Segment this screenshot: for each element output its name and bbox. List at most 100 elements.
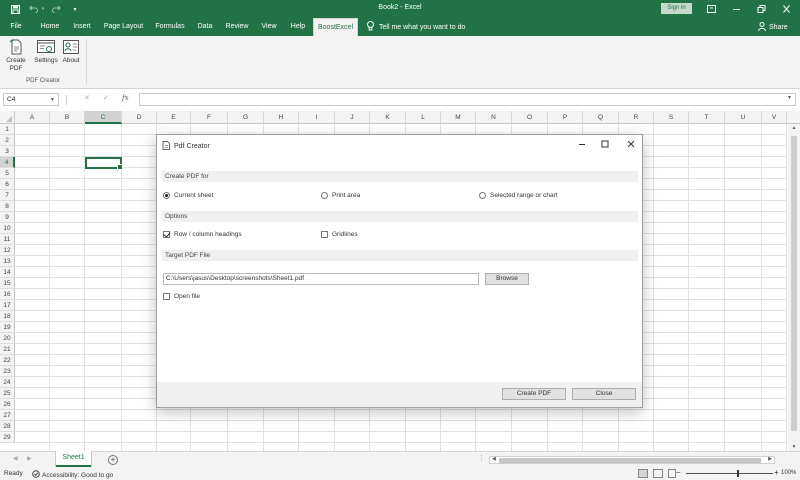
tab-insert[interactable]: Insert <box>69 18 95 36</box>
zoom-in-icon[interactable]: + <box>774 468 779 477</box>
row-header-27[interactable]: 27 <box>0 410 15 421</box>
row-header-25[interactable]: 25 <box>0 388 15 399</box>
column-header-h[interactable]: H <box>264 111 299 124</box>
column-header-e[interactable]: E <box>157 111 191 124</box>
current-sheet-option[interactable]: Current sheet <box>163 192 213 199</box>
column-header-k[interactable]: K <box>370 111 406 124</box>
row-header-19[interactable]: 19 <box>0 322 15 333</box>
column-header-s[interactable]: S <box>654 111 689 124</box>
row-header-24[interactable]: 24 <box>0 377 15 388</box>
accessibility-status[interactable]: Accessibility: Good to go <box>32 470 113 480</box>
create-pdf-dialog-button[interactable]: Create PDF <box>502 388 566 400</box>
browse-button[interactable]: Browse <box>485 273 529 285</box>
tab-boostexcel[interactable]: BoostExcel <box>313 18 358 36</box>
row-header-18[interactable]: 18 <box>0 311 15 322</box>
row-header-8[interactable]: 8 <box>0 201 15 212</box>
column-header-g[interactable]: G <box>228 111 264 124</box>
column-header-f[interactable]: F <box>191 111 228 124</box>
row-header-15[interactable]: 15 <box>0 278 15 289</box>
column-header-d[interactable]: D <box>122 111 157 124</box>
column-header-c[interactable]: C <box>85 111 122 124</box>
row-header-21[interactable]: 21 <box>0 344 15 355</box>
row-header-5[interactable]: 5 <box>0 168 15 179</box>
about-button[interactable]: About <box>60 39 82 65</box>
open-file-checkbox[interactable] <box>163 293 170 300</box>
row-header-20[interactable]: 20 <box>0 333 15 344</box>
column-header-t[interactable]: T <box>689 111 725 124</box>
zoom-out-icon[interactable]: − <box>676 468 681 477</box>
scroll-right-icon[interactable]: ▶ <box>768 456 772 462</box>
column-header-p[interactable]: P <box>548 111 583 124</box>
add-sheet-icon[interactable]: + <box>108 455 118 465</box>
expand-formula-bar-icon[interactable]: ▼ <box>787 95 792 101</box>
column-header-i[interactable]: I <box>299 111 335 124</box>
column-header-a[interactable]: A <box>15 111 50 124</box>
gridlines-checkbox[interactable] <box>321 231 328 238</box>
cancel-icon[interactable]: ✕ <box>84 94 90 102</box>
sheet-tab-sheet1[interactable]: Sheet1 <box>56 451 91 467</box>
share-button[interactable]: Share <box>758 18 788 36</box>
close-window-icon[interactable] <box>777 2 795 16</box>
row-header-3[interactable]: 3 <box>0 146 15 157</box>
row-header-7[interactable]: 7 <box>0 190 15 201</box>
row-header-6[interactable]: 6 <box>0 179 15 190</box>
vertical-scrollbar[interactable]: ▲ ▼ <box>788 124 800 451</box>
normal-view-icon[interactable] <box>638 469 648 478</box>
row-header-13[interactable]: 13 <box>0 256 15 267</box>
vertical-scroll-thumb[interactable] <box>791 136 797 431</box>
column-header-v[interactable]: V <box>762 111 787 124</box>
restore-icon[interactable] <box>752 2 770 16</box>
page-layout-view-icon[interactable] <box>653 469 663 478</box>
row-header-29[interactable]: 29 <box>0 432 15 443</box>
row-header-28[interactable]: 28 <box>0 421 15 432</box>
selected-range-option[interactable]: Selected range or chart <box>479 192 558 199</box>
gridlines-option[interactable]: Gridlines <box>321 231 358 238</box>
row-header-17[interactable]: 17 <box>0 300 15 311</box>
minimize-icon[interactable] <box>727 2 745 16</box>
selected-range-radio[interactable] <box>479 192 486 199</box>
enter-icon[interactable]: ✓ <box>103 94 109 102</box>
tab-file[interactable]: File <box>5 18 27 36</box>
row-header-10[interactable]: 10 <box>0 223 15 234</box>
column-header-n[interactable]: N <box>476 111 512 124</box>
row-header-26[interactable]: 26 <box>0 399 15 410</box>
horizontal-scroll-thumb[interactable] <box>499 458 761 463</box>
previous-sheet-icon[interactable]: ◀ <box>13 455 18 462</box>
row-header-4[interactable]: 4 <box>0 157 15 168</box>
settings-button[interactable]: Settings <box>33 39 59 65</box>
zoom-level[interactable]: 100% <box>781 470 796 476</box>
column-header-m[interactable]: M <box>441 111 476 124</box>
print-area-radio[interactable] <box>321 192 328 199</box>
column-header-o[interactable]: O <box>512 111 548 124</box>
name-box[interactable]: C4 ▼ <box>3 93 59 106</box>
row-header-22[interactable]: 22 <box>0 355 15 366</box>
row-header-2[interactable]: 2 <box>0 135 15 146</box>
row-header-12[interactable]: 12 <box>0 245 15 256</box>
column-header-l[interactable]: L <box>406 111 441 124</box>
tab-page-layout[interactable]: Page Layout <box>101 18 146 36</box>
horizontal-scrollbar[interactable]: ◀ ▶ <box>489 456 775 464</box>
insert-function-icon[interactable]: fx <box>122 94 129 102</box>
current-sheet-radio[interactable] <box>163 192 170 199</box>
row-col-headings-option[interactable]: Row / column headings <box>163 231 242 238</box>
row-header-1[interactable]: 1 <box>0 124 15 135</box>
row-col-headings-checkbox[interactable] <box>163 231 170 238</box>
column-header-q[interactable]: Q <box>583 111 619 124</box>
row-header-14[interactable]: 14 <box>0 267 15 278</box>
zoom-slider-track[interactable] <box>686 473 773 474</box>
zoom-slider-thumb[interactable] <box>737 470 739 477</box>
tab-splitter-icon[interactable]: ⋮ <box>478 454 485 462</box>
row-header-23[interactable]: 23 <box>0 366 15 377</box>
tell-me-search[interactable]: Tell me what you want to do <box>367 18 465 36</box>
tab-home[interactable]: Home <box>36 18 64 36</box>
dialog-close-icon[interactable] <box>624 138 638 150</box>
page-break-view-icon[interactable] <box>668 469 676 478</box>
open-file-option[interactable]: Open file <box>163 293 200 300</box>
column-header-r[interactable]: R <box>619 111 654 124</box>
active-cell-c4[interactable] <box>85 157 123 170</box>
column-header-u[interactable]: U <box>725 111 762 124</box>
column-header-b[interactable]: B <box>50 111 85 124</box>
formula-input[interactable]: ▼ <box>139 93 796 106</box>
scroll-up-icon[interactable]: ▲ <box>788 125 800 131</box>
next-sheet-icon[interactable]: ▶ <box>27 455 32 462</box>
